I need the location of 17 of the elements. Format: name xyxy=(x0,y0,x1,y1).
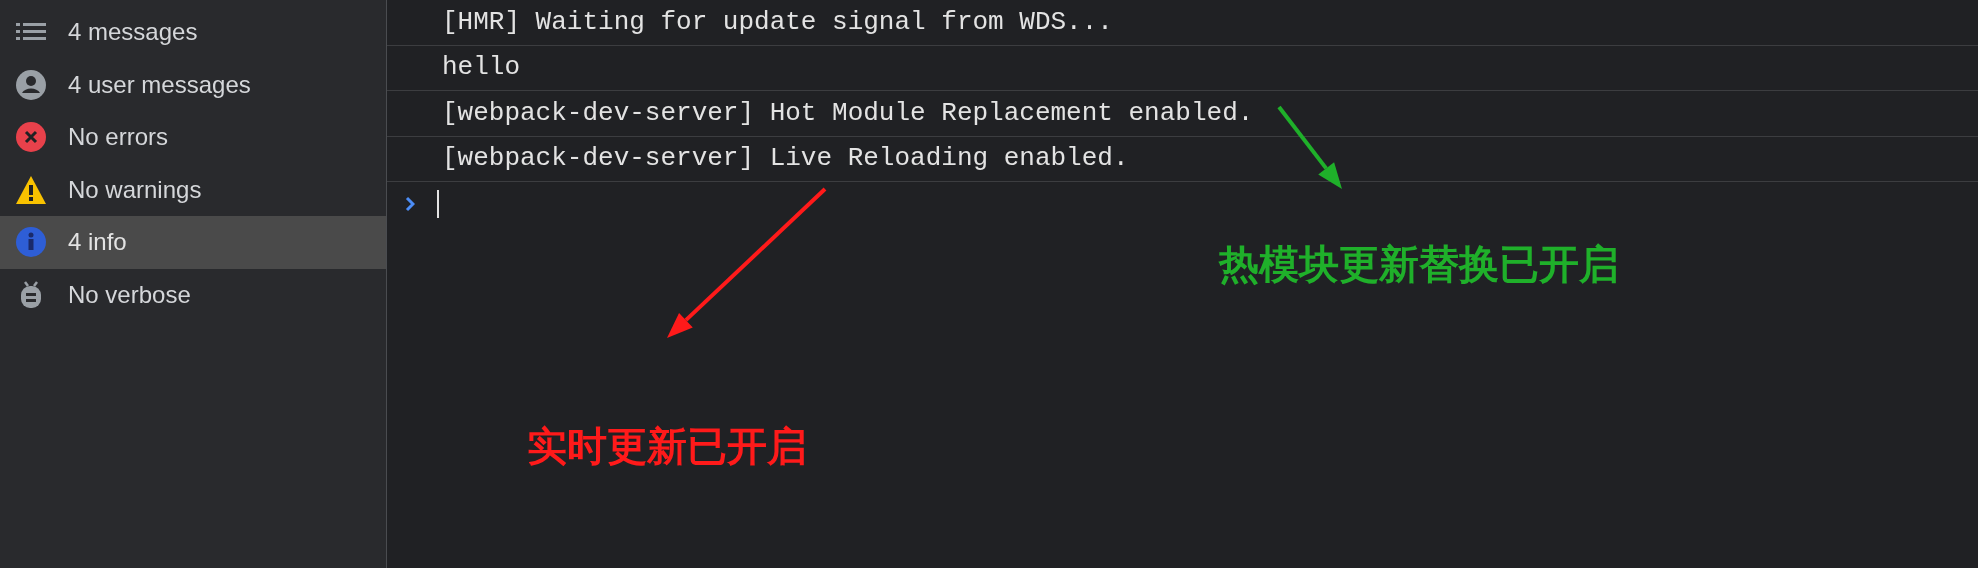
list-icon xyxy=(16,23,46,42)
sidebar-item[interactable]: 4 user messages xyxy=(0,58,386,111)
sidebar-item[interactable]: No errors xyxy=(0,111,386,164)
console-message: [webpack-dev-server] Hot Module Replacement enabled. xyxy=(387,91,1978,137)
sidebar-item[interactable]: No warnings xyxy=(0,163,386,216)
sidebar-item[interactable]: 4 info xyxy=(0,216,386,269)
console-message: hello xyxy=(387,45,1978,91)
sidebar-item[interactable]: 4 messages xyxy=(0,6,386,59)
info-icon xyxy=(16,227,46,258)
user-icon xyxy=(16,69,46,100)
annotation-label: 热模块更新替换已开启 xyxy=(1219,241,1619,288)
warning-icon xyxy=(16,175,46,204)
console-message: [HMR] Waiting for update signal from WDS... xyxy=(387,0,1978,46)
annotation-label: 实时更新已开启 xyxy=(527,423,807,470)
sidebar-item[interactable]: No verbose xyxy=(0,268,386,321)
error-icon xyxy=(16,122,46,153)
prompt-chevron-icon xyxy=(405,196,415,212)
